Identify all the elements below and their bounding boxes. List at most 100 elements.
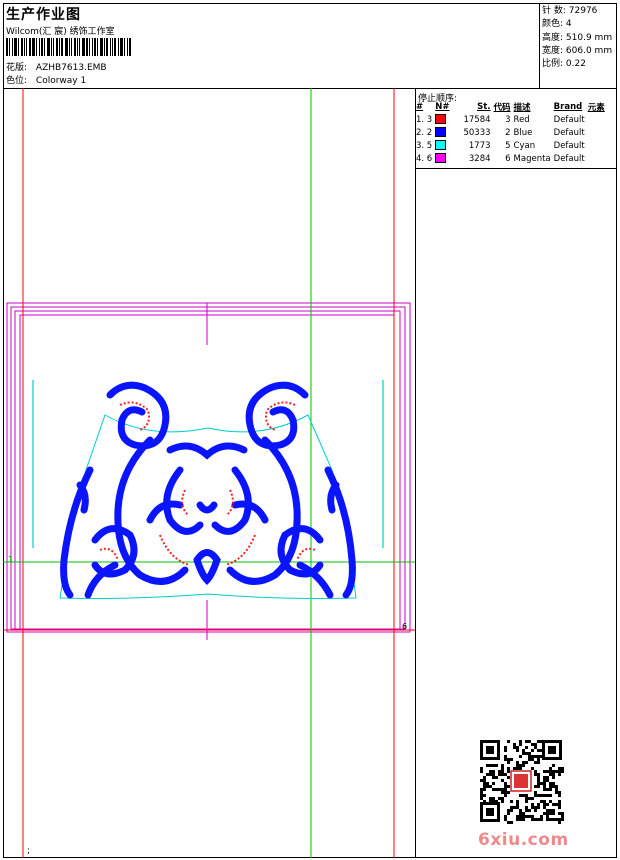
qr-module (501, 791, 504, 794)
qr-module (507, 776, 510, 779)
qr-module (522, 818, 525, 821)
qr-module (531, 803, 534, 806)
qr-module (543, 779, 546, 782)
qr-module (510, 821, 513, 824)
qr-module (504, 815, 507, 818)
qr-module (525, 809, 528, 812)
qr-module (495, 788, 498, 791)
qr-module (534, 794, 537, 797)
qr-module (504, 791, 507, 794)
green-guide-marker: 1 (8, 555, 14, 564)
qr-module (501, 779, 504, 782)
qr-module (558, 818, 561, 821)
qr-module (537, 818, 540, 821)
qr-module (540, 794, 543, 797)
qr-module (543, 776, 546, 779)
qr-module (528, 755, 531, 758)
qr-module (546, 803, 549, 806)
qr-module (483, 785, 486, 788)
qr-module (537, 755, 540, 758)
qr-module (519, 764, 522, 767)
qr-module (501, 800, 504, 803)
qr-module (489, 797, 492, 800)
qr-module (531, 806, 534, 809)
qr-module (561, 818, 564, 821)
qr-module (525, 797, 528, 800)
qr-module (498, 788, 501, 791)
qr-module (525, 806, 528, 809)
qr-module (546, 818, 549, 821)
qr-module (528, 809, 531, 812)
qr-module (534, 818, 537, 821)
qr-module (498, 773, 501, 776)
qr-module (549, 782, 552, 785)
qr-module (534, 743, 537, 746)
qr-module (525, 800, 528, 803)
qr-module (546, 815, 549, 818)
qr-module (540, 782, 543, 785)
qr-module (504, 785, 507, 788)
qr-module (531, 758, 534, 761)
qr-module (537, 794, 540, 797)
qr-module (504, 788, 507, 791)
qr-module (546, 812, 549, 815)
qr-module (480, 794, 483, 797)
qr-module (558, 800, 561, 803)
qr-module (543, 770, 546, 773)
qr-module (504, 749, 507, 752)
qr-module (501, 770, 504, 773)
qr-module (480, 791, 483, 794)
qr-module (507, 767, 510, 770)
qr-module (534, 806, 537, 809)
qr-module (489, 764, 492, 767)
qr-module (555, 791, 558, 794)
qr-module (504, 758, 507, 761)
qr-module (525, 752, 528, 755)
qr-module (495, 776, 498, 779)
qr-module (561, 812, 564, 815)
qr-module (525, 815, 528, 818)
qr-module (555, 803, 558, 806)
green-guide-lines (3, 88, 415, 858)
qr-module (480, 767, 483, 770)
qr-module (516, 764, 519, 767)
qr-module (558, 767, 561, 770)
qr-module (480, 788, 483, 791)
qr-module (489, 770, 492, 773)
qr-module (516, 761, 519, 764)
qr-module (537, 776, 540, 779)
qr-module (531, 815, 534, 818)
qr-module (522, 761, 525, 764)
qr-module (519, 755, 522, 758)
qr-module (504, 782, 507, 785)
qr-module (537, 803, 540, 806)
qr-module (522, 815, 525, 818)
qr-module (543, 803, 546, 806)
qr-module (552, 812, 555, 815)
qr-module (555, 818, 558, 821)
qr-module (558, 770, 561, 773)
qr-module (504, 794, 507, 797)
qr-module (501, 788, 504, 791)
qr-module (546, 794, 549, 797)
qr-module (552, 770, 555, 773)
qr-module (543, 800, 546, 803)
qr-module (561, 770, 564, 773)
qr-module (507, 809, 510, 812)
qr-module (552, 764, 555, 767)
qr-module (534, 773, 537, 776)
qr-module (543, 782, 546, 785)
qr-module (534, 761, 537, 764)
qr-module (558, 803, 561, 806)
qr-module (534, 770, 537, 773)
qr-module (528, 797, 531, 800)
qr-module (483, 779, 486, 782)
qr-module (537, 761, 540, 764)
qr-module (528, 740, 531, 743)
qr-module (516, 818, 519, 821)
qr-module (540, 818, 543, 821)
qr-module (552, 818, 555, 821)
qr-module (510, 806, 513, 809)
qr-module (543, 785, 546, 788)
qr-module (537, 806, 540, 809)
